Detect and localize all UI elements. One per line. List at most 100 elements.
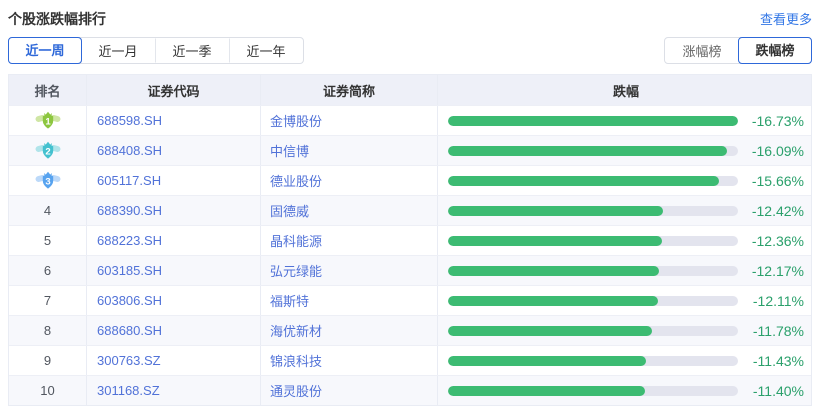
decline-bar-fill (448, 385, 646, 396)
stock-code-link[interactable]: 688390.SH (97, 203, 162, 218)
stock-name-link[interactable]: 晶科能源 (270, 231, 322, 250)
decline-cell: -12.17% (438, 256, 811, 285)
decline-bar-fill (448, 175, 720, 186)
rank-toggle-group: 涨幅榜 跌幅榜 (664, 37, 812, 64)
period-tab-1[interactable]: 近一月 (81, 38, 155, 63)
table-row[interactable]: 6 603185.SH 弘元绿能 -12.17% (9, 255, 811, 285)
stock-code-link[interactable]: 603806.SH (97, 293, 162, 308)
stock-code-cell: 605117.SH (87, 166, 261, 195)
rank-cell: 9 (9, 346, 87, 375)
stock-code-link[interactable]: 300763.SZ (97, 353, 161, 368)
stock-name-link[interactable]: 金博股份 (270, 111, 322, 130)
decline-bar-fill (448, 295, 658, 306)
stock-ranking-panel: 个股涨跌幅排行 查看更多 近一周 近一月 近一季 近一年 涨幅榜 跌幅榜 排名 证券代码… (0, 0, 820, 406)
header-code: 证券代码 (87, 75, 261, 105)
stock-name-link[interactable]: 锦浪科技 (270, 351, 322, 370)
stock-name-cell: 固德威 (261, 196, 438, 225)
stock-name-cell: 中信博 (261, 136, 438, 165)
stock-code-cell: 688223.SH (87, 226, 261, 255)
table-row[interactable]: 2 688408.SH 中信博 -16.09% (9, 135, 811, 165)
decline-cell: -12.36% (438, 226, 811, 255)
header-name: 证券简称 (261, 75, 438, 105)
period-tab-0[interactable]: 近一周 (8, 37, 82, 64)
decline-percent: -11.43% (752, 352, 804, 369)
decline-cell: -16.09% (438, 136, 811, 165)
table-row[interactable]: 3 605117.SH 德业股份 -15.66% (9, 165, 811, 195)
toggle-losers[interactable]: 跌幅榜 (738, 37, 812, 64)
decline-bar-fill (448, 265, 659, 276)
decline-percent: -16.09% (751, 142, 804, 159)
decline-bar-fill (448, 325, 653, 336)
table-row[interactable]: 7 603806.SH 福斯特 -12.11% (9, 285, 811, 315)
period-tab-2[interactable]: 近一季 (155, 38, 229, 63)
decline-bar-fill (448, 355, 647, 366)
decline-cell: -11.78% (438, 316, 811, 345)
decline-percent: -12.17% (751, 262, 804, 279)
decline-percent: -12.36% (751, 232, 804, 249)
decline-bar-track (448, 115, 738, 126)
stock-name-link[interactable]: 通灵股份 (270, 381, 322, 400)
toolbar: 近一周 近一月 近一季 近一年 涨幅榜 跌幅榜 (8, 37, 812, 64)
decline-bar-track (448, 355, 738, 366)
stock-code-cell: 603185.SH (87, 256, 261, 285)
decline-bar-track (448, 235, 738, 246)
stock-name-cell: 海优新材 (261, 316, 438, 345)
period-tab-group: 近一周 近一月 近一季 近一年 (8, 37, 304, 64)
table-row[interactable]: 9 300763.SZ 锦浪科技 -11.43% (9, 345, 811, 375)
stock-code-link[interactable]: 688598.SH (97, 113, 162, 128)
stock-name-link[interactable]: 海优新材 (270, 321, 322, 340)
stock-code-link[interactable]: 688680.SH (97, 323, 162, 338)
decline-cell: -11.40% (438, 376, 811, 405)
decline-bar-fill (448, 115, 738, 126)
period-tab-3[interactable]: 近一年 (229, 38, 303, 63)
decline-bar-fill (448, 235, 663, 246)
stock-name-cell: 锦浪科技 (261, 346, 438, 375)
stock-code-link[interactable]: 301168.SZ (97, 383, 160, 398)
view-more-link[interactable]: 查看更多 (760, 9, 812, 28)
stock-code-cell: 301168.SZ (87, 376, 261, 405)
stock-name-cell: 金博股份 (261, 106, 438, 135)
rank-cell: 5 (9, 226, 87, 255)
decline-cell: -12.42% (438, 196, 811, 225)
table-row[interactable]: 5 688223.SH 晶科能源 -12.36% (9, 225, 811, 255)
svg-text:2: 2 (45, 146, 50, 157)
rank-medal-icon: 2 (35, 141, 60, 159)
stock-name-link[interactable]: 福斯特 (270, 291, 309, 310)
table-row[interactable]: 1 688598.SH 金博股份 -16.73% (9, 105, 811, 135)
stock-name-link[interactable]: 固德威 (270, 201, 309, 220)
rank-medal-icon: 3 (35, 171, 60, 189)
stock-name-cell: 德业股份 (261, 166, 438, 195)
rank-cell: 1 (9, 106, 87, 135)
stock-name-link[interactable]: 弘元绿能 (270, 261, 322, 280)
table-row[interactable]: 8 688680.SH 海优新材 -11.78% (9, 315, 811, 345)
stock-code-link[interactable]: 688408.SH (97, 143, 162, 158)
rank-cell: 8 (9, 316, 87, 345)
svg-text:3: 3 (45, 176, 50, 187)
decline-percent: -15.66% (751, 172, 804, 189)
decline-bar-track (448, 205, 738, 216)
rank-cell: 7 (9, 286, 87, 315)
stock-code-link[interactable]: 603185.SH (97, 263, 162, 278)
table-body: 1 688598.SH 金博股份 -16.73% 2 688408.SH 中信博… (9, 105, 811, 405)
toggle-gainers[interactable]: 涨幅榜 (665, 38, 739, 63)
table-header-row: 排名 证券代码 证券简称 跌幅 (9, 75, 811, 105)
decline-percent: -12.11% (752, 292, 804, 309)
stock-code-link[interactable]: 605117.SH (97, 173, 161, 188)
decline-bar-track (448, 145, 738, 156)
rank-cell: 10 (9, 376, 87, 405)
rank-cell: 2 (9, 136, 87, 165)
stock-name-link[interactable]: 德业股份 (270, 171, 322, 190)
stock-code-cell: 688680.SH (87, 316, 261, 345)
rank-cell: 4 (9, 196, 87, 225)
stock-name-link[interactable]: 中信博 (270, 141, 309, 160)
stock-name-cell: 通灵股份 (261, 376, 438, 405)
decline-percent: -11.78% (752, 322, 804, 339)
stock-code-link[interactable]: 688223.SH (97, 233, 162, 248)
header-rank: 排名 (9, 75, 87, 105)
rank-cell: 6 (9, 256, 87, 285)
panel-header: 个股涨跌幅排行 查看更多 (8, 0, 812, 28)
decline-bar-fill (448, 145, 727, 156)
decline-cell: -12.11% (438, 286, 811, 315)
table-row[interactable]: 10 301168.SZ 通灵股份 -11.40% (9, 375, 811, 405)
table-row[interactable]: 4 688390.SH 固德威 -12.42% (9, 195, 811, 225)
